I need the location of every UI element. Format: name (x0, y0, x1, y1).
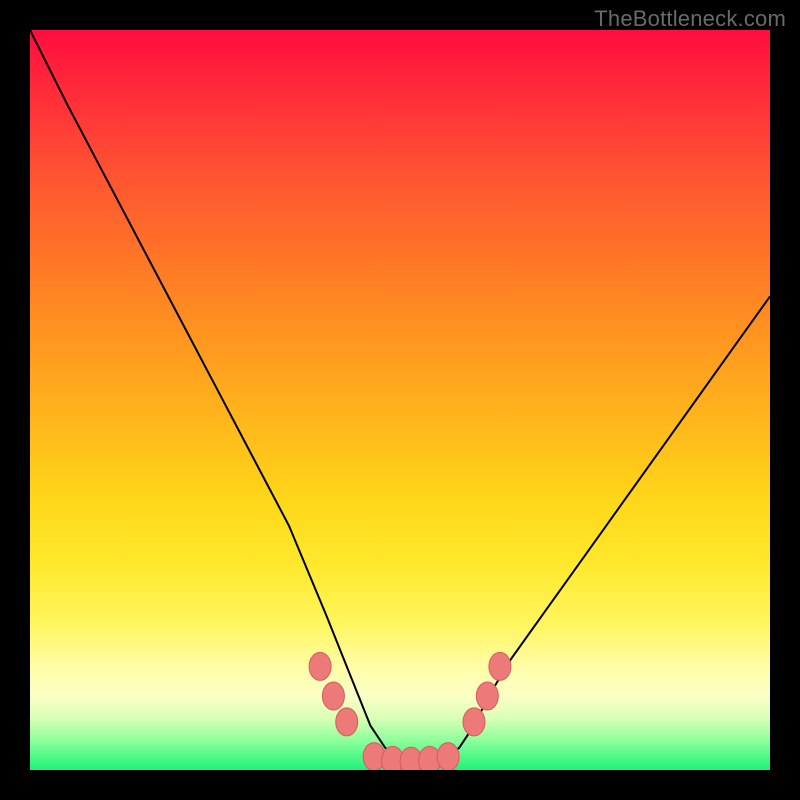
marker-right-mid (476, 682, 498, 710)
curve-layer (30, 30, 770, 770)
marker-left-lower (336, 708, 358, 736)
marker-left-upper (309, 652, 331, 680)
watermark-text: TheBottleneck.com (594, 6, 786, 32)
bottleneck-curve (30, 30, 770, 761)
marker-right-lower (463, 708, 485, 736)
plot-area (30, 30, 770, 770)
marker-group (309, 652, 511, 770)
marker-bottom-5 (437, 743, 459, 770)
chart-container: TheBottleneck.com (0, 0, 800, 800)
marker-right-upper (489, 652, 511, 680)
marker-left-mid (322, 682, 344, 710)
